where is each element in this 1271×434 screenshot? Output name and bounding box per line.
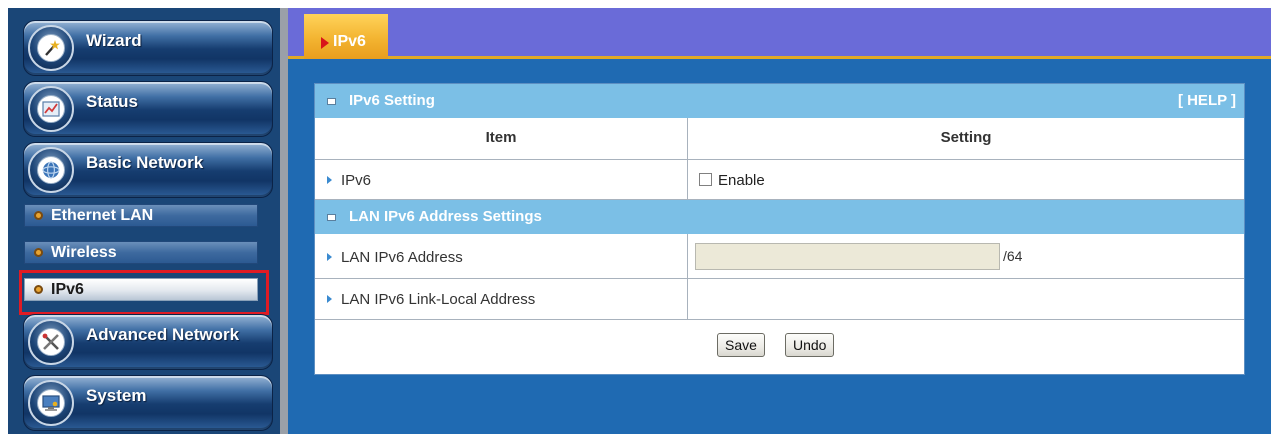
section-header-ipv6-setting: IPv6 Setting [ HELP ] (315, 84, 1244, 118)
orb-frame (28, 319, 74, 365)
lan-ipv6-address-input[interactable] (695, 243, 1000, 270)
row-arrow-icon (327, 176, 332, 184)
nav-item-label: Status (86, 92, 138, 111)
orb-frame (28, 147, 74, 193)
help-link[interactable]: [ HELP ] (1178, 92, 1236, 109)
computer-icon (37, 389, 65, 417)
table-row-link-local: LAN IPv6 Link-Local Address (315, 279, 1244, 320)
button-row: Save Undo (315, 320, 1244, 374)
sidebar-divider (280, 8, 288, 434)
sub-nav-wireless[interactable]: Wireless (24, 241, 258, 264)
main-content: IPv6 IPv6 Setting [ HELP ] Item Setting … (288, 8, 1271, 434)
nav-item-basic-network[interactable]: Basic Network (23, 142, 273, 198)
undo-button[interactable]: Undo (785, 333, 835, 357)
orb-frame (28, 380, 74, 426)
section-square-icon (327, 214, 336, 221)
column-header-item: Item (485, 129, 517, 146)
table-row-ipv6: IPv6 Enable (315, 160, 1244, 200)
tab-label: IPv6 (333, 33, 366, 50)
prefix-length-suffix: /64 (1003, 248, 1023, 264)
nav-item-label: Wizard (86, 31, 142, 50)
tab-bar: IPv6 (288, 8, 1271, 59)
nav-item-status[interactable]: Status (23, 81, 273, 137)
bullet-icon (34, 211, 43, 220)
orb-frame (28, 25, 74, 71)
nav-item-label: System (86, 386, 147, 405)
nav-item-system[interactable]: System (23, 375, 273, 431)
column-divider (687, 279, 688, 319)
row-arrow-icon (327, 253, 332, 261)
column-header-row: Item Setting (315, 118, 1244, 160)
sidebar-nav: Wizard Status Basic Network Ethernet LAN… (8, 8, 280, 434)
column-divider (687, 234, 688, 278)
nav-item-label: Advanced Network (86, 325, 240, 344)
tools-icon (37, 328, 65, 356)
sub-nav-label: IPv6 (51, 281, 84, 298)
tab-ipv6[interactable]: IPv6 (304, 14, 388, 59)
globe-icon (37, 156, 65, 184)
row-label-text: IPv6 (341, 172, 372, 189)
row-label-text: LAN IPv6 Address (341, 249, 463, 266)
sub-nav-label: Wireless (51, 244, 117, 261)
column-divider (687, 160, 688, 199)
bullet-icon (34, 248, 43, 257)
sub-nav-label: Ethernet LAN (51, 207, 154, 224)
nav-item-advanced-network[interactable]: Advanced Network (23, 314, 273, 370)
ipv6-enable-checkbox[interactable] (699, 173, 712, 186)
section-square-icon (327, 98, 336, 105)
row-label-ipv6: IPv6 (327, 172, 371, 189)
sub-nav-ethernet-lan[interactable]: Ethernet LAN (24, 204, 258, 227)
column-header-setting: Setting (940, 129, 992, 146)
row-label-text: LAN IPv6 Link-Local Address (341, 291, 536, 308)
section-header-lan-ipv6: LAN IPv6 Address Settings (315, 200, 1244, 234)
bullet-icon (34, 285, 43, 294)
settings-panel: IPv6 Setting [ HELP ] Item Setting IPv6 … (314, 83, 1245, 375)
wizard-wand-icon (37, 34, 65, 62)
sub-nav-ipv6[interactable]: IPv6 (24, 278, 258, 301)
section-title: IPv6 Setting (349, 92, 435, 109)
row-label-lan-ipv6-address: LAN IPv6 Address (327, 249, 463, 266)
save-button[interactable]: Save (717, 333, 765, 357)
nav-item-wizard[interactable]: Wizard (23, 20, 273, 76)
orb-frame (28, 86, 74, 132)
tab-arrow-icon (321, 37, 329, 49)
row-arrow-icon (327, 295, 332, 303)
status-chart-icon (37, 95, 65, 123)
nav-item-label: Basic Network (86, 153, 204, 172)
section-title: LAN IPv6 Address Settings (349, 208, 542, 225)
ipv6-enable-label[interactable]: Enable (718, 172, 765, 189)
row-label-link-local: LAN IPv6 Link-Local Address (327, 291, 535, 308)
table-row-lan-ipv6-address: LAN IPv6 Address /64 (315, 234, 1244, 279)
